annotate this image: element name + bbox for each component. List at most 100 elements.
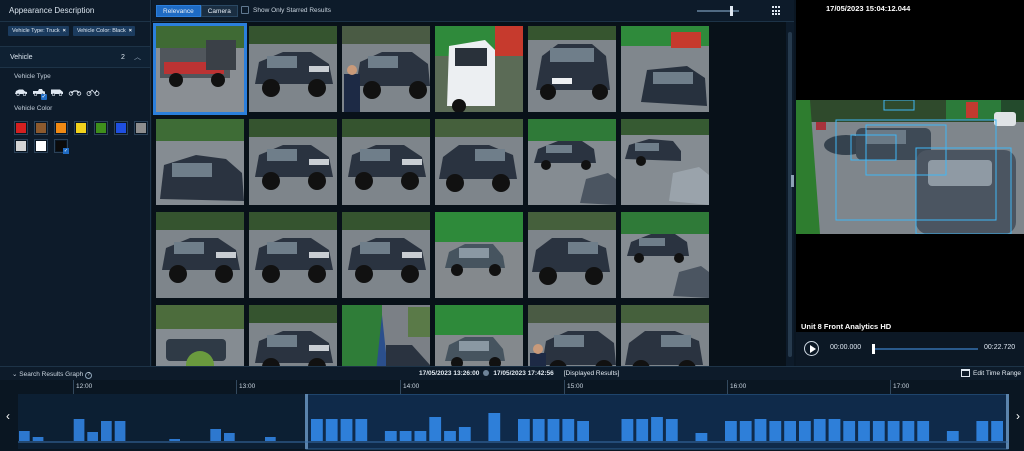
result-thumbnail[interactable] — [528, 305, 616, 366]
histogram-bar[interactable] — [101, 421, 112, 441]
scrubber-thumb[interactable] — [872, 344, 875, 354]
histogram-bar[interactable] — [843, 421, 856, 441]
histogram-bar[interactable] — [355, 419, 368, 441]
result-thumbnail[interactable] — [435, 119, 523, 205]
play-button[interactable] — [804, 341, 819, 356]
histogram-bar[interactable] — [651, 417, 663, 441]
result-thumbnail[interactable] — [156, 212, 244, 298]
histogram-bar[interactable] — [887, 421, 900, 441]
histogram-bar[interactable] — [665, 419, 678, 441]
result-thumbnail[interactable] — [435, 305, 523, 366]
histogram-bar[interactable] — [769, 421, 782, 441]
search-results-graph[interactable] — [0, 394, 1024, 451]
histogram-bar[interactable] — [32, 437, 44, 441]
color-swatch[interactable] — [94, 121, 108, 135]
histogram-bar[interactable] — [784, 421, 796, 441]
close-icon[interactable]: × — [129, 28, 132, 34]
histogram-bar[interactable] — [19, 431, 30, 441]
starred-checkbox[interactable] — [241, 6, 249, 14]
histogram-bar[interactable] — [739, 421, 752, 441]
scrollbar-thumb[interactable] — [788, 32, 792, 357]
histogram-bar[interactable] — [725, 421, 737, 441]
result-thumbnail[interactable] — [342, 119, 430, 205]
timeline-prev-arrow[interactable]: ‹ — [3, 408, 13, 424]
histogram-bar[interactable] — [828, 419, 841, 441]
histogram-bar[interactable] — [488, 413, 501, 441]
result-thumbnail[interactable] — [156, 119, 244, 205]
histogram-bar[interactable] — [399, 431, 412, 441]
help-icon[interactable]: ? — [85, 372, 93, 379]
histogram-bar[interactable] — [458, 427, 471, 441]
color-swatch[interactable] — [54, 139, 69, 154]
result-thumbnail[interactable] — [249, 119, 337, 205]
result-thumbnail[interactable] — [528, 26, 616, 112]
result-thumbnail[interactable] — [249, 305, 337, 366]
result-thumbnail[interactable] — [342, 212, 430, 298]
histogram-bar[interactable] — [325, 419, 338, 441]
color-swatch[interactable] — [74, 121, 88, 135]
result-thumbnail[interactable] — [528, 119, 616, 205]
chevron-down-icon[interactable]: ⌄ — [12, 371, 17, 378]
result-thumbnail[interactable] — [249, 212, 337, 298]
panel-splitter-handle[interactable] — [791, 175, 794, 187]
timeline-title[interactable]: ⌄ Search Results Graph? — [12, 370, 93, 379]
vehicle-type-truck[interactable] — [31, 86, 47, 100]
color-swatch[interactable] — [114, 121, 128, 135]
histogram-bar[interactable] — [518, 419, 530, 441]
result-thumbnail[interactable] — [621, 305, 709, 366]
results-scrollbar[interactable] — [786, 22, 794, 366]
color-swatch[interactable] — [14, 121, 28, 135]
slider-thumb[interactable] — [730, 6, 733, 16]
histogram-bar[interactable] — [976, 421, 989, 441]
histogram-bar[interactable] — [754, 419, 767, 441]
histogram-bar[interactable] — [532, 419, 545, 441]
histogram-bar[interactable] — [858, 421, 870, 441]
histogram-bar[interactable] — [114, 421, 126, 441]
histogram-bar[interactable] — [265, 437, 276, 441]
histogram-bar[interactable] — [872, 421, 885, 441]
close-icon[interactable]: × — [63, 28, 66, 34]
thumbnail-size-slider[interactable] — [697, 6, 739, 16]
vehicle-type-van[interactable] — [49, 86, 64, 98]
histogram-bar[interactable] — [311, 419, 323, 441]
result-thumbnail[interactable] — [156, 305, 244, 366]
filter-chip-vehicle-type[interactable]: Vehicle Type: Truck × — [8, 26, 69, 36]
histogram-bar[interactable] — [621, 419, 634, 441]
result-thumbnail[interactable] — [528, 212, 616, 298]
vehicle-type-motorcycle[interactable] — [67, 86, 82, 98]
histogram-bar[interactable] — [340, 419, 353, 441]
histogram-bar[interactable] — [87, 432, 98, 441]
sort-camera-button[interactable]: Camera — [200, 5, 238, 17]
histogram-bar[interactable] — [902, 421, 915, 441]
vehicle-type-car[interactable] — [13, 86, 28, 98]
result-thumbnail[interactable] — [435, 212, 523, 298]
histogram-bar[interactable] — [695, 433, 708, 441]
color-swatch[interactable] — [34, 139, 48, 153]
result-thumbnail[interactable] — [153, 23, 247, 115]
result-thumbnail[interactable] — [621, 212, 709, 298]
color-swatch[interactable] — [54, 121, 68, 135]
timeline-next-arrow[interactable]: › — [1013, 408, 1023, 424]
histogram-bar[interactable] — [429, 417, 442, 441]
edit-time-range-button[interactable]: Edit Time Range — [961, 369, 1021, 377]
result-thumbnail[interactable] — [621, 26, 709, 112]
color-swatch[interactable] — [134, 121, 148, 135]
histogram-bar[interactable] — [444, 431, 456, 441]
histogram-bar[interactable] — [991, 421, 1003, 441]
result-thumbnail[interactable] — [342, 26, 430, 112]
histogram-bar[interactable] — [799, 421, 811, 441]
playback-scrubber[interactable] — [872, 344, 978, 354]
grid-view-icon[interactable] — [772, 6, 782, 16]
histogram-bar[interactable] — [946, 431, 959, 441]
histogram-bar[interactable] — [547, 419, 560, 441]
histogram-bar[interactable] — [73, 419, 85, 441]
histogram-bar[interactable] — [414, 431, 427, 441]
filter-chip-vehicle-color[interactable]: Vehicle Color: Black × — [72, 26, 135, 36]
histogram-bar[interactable] — [813, 419, 826, 441]
result-thumbnail[interactable] — [435, 26, 523, 112]
vehicle-section-header[interactable]: Vehicle 2 ︿ — [0, 46, 150, 68]
chevron-up-icon[interactable]: ︿ — [134, 47, 141, 69]
histogram-bar[interactable] — [224, 433, 235, 441]
starred-filter[interactable]: Show Only Starred Results — [241, 6, 331, 14]
result-thumbnail[interactable] — [249, 26, 337, 112]
